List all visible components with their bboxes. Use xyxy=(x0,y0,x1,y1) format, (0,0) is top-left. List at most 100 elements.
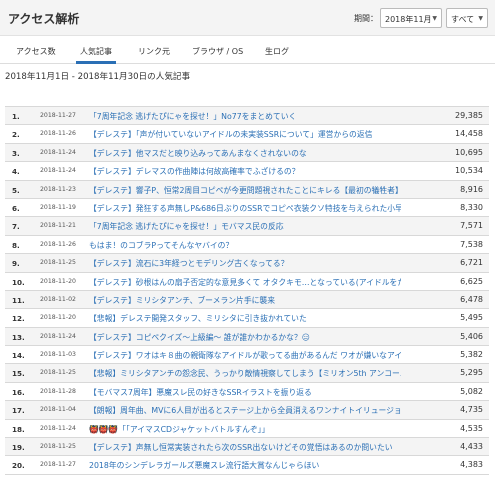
table-row: 3. 2018-11-24 【デレステ】他マスだと映り込みってあんまなくされないのな… xyxy=(5,143,489,163)
article-date: 2018-11-04 xyxy=(40,406,76,414)
table-row: 17. 2018-11-04 【朗報】周年曲、MVに6人目が出るとステージ上から全員… xyxy=(5,401,489,420)
article-title-link[interactable]: 【モバマス7周年】悪魔スレ民の好きなSSRイラストを振り返る xyxy=(89,387,401,398)
article-date: 2018-11-25 xyxy=(40,259,76,267)
table-row: 8. 2018-11-26 もはま！のコブラPってそんなヤバイの？ 7,538 xyxy=(5,235,489,255)
article-view-count: 4,535 xyxy=(460,423,483,433)
article-rank: 18. xyxy=(12,424,25,434)
table-row: 6. 2018-11-19 【デレステ】発狂する声無しP&686日ぶりのSSRでコピ… xyxy=(5,198,489,218)
article-title-link[interactable]: 「7周年記念 逃げたぴにゃを探せ！」モバマス民の反応 xyxy=(89,221,401,232)
article-date: 2018-11-26 xyxy=(40,130,76,138)
article-view-count: 4,433 xyxy=(460,442,483,452)
article-date: 2018-11-20 xyxy=(40,314,76,322)
article-title-link[interactable]: 【悲報】ミリシタアンチの怨念民、うっかり敵情視察してしまう【ミリオン5th アン… xyxy=(89,368,401,379)
month-select[interactable]: 2018年11月 ▼ xyxy=(380,8,442,28)
article-title-link[interactable]: 2018年のシンデレラガールズ悪魔スレ流行語大賞なんじゃらほい xyxy=(89,460,401,471)
article-rank: 19. xyxy=(12,443,25,453)
table-row: 11. 2018-11-02 【デレステ】ミリシタアンチ、ブーメラン片手に襲来 6,4… xyxy=(5,290,489,310)
article-rank: 6. xyxy=(12,203,20,213)
month-select-value: 2018年11月 xyxy=(385,15,432,24)
article-view-count: 7,538 xyxy=(460,239,483,249)
tab-browser-os[interactable]: ブラウザ / OS xyxy=(192,46,243,57)
chevron-down-icon: ▼ xyxy=(432,15,437,22)
article-date: 2018-11-27 xyxy=(40,112,76,119)
article-rank: 12. xyxy=(12,314,25,324)
article-view-count: 5,495 xyxy=(460,313,483,323)
article-date: 2018-11-28 xyxy=(40,387,76,395)
article-title-link[interactable]: 【デレステ】コピペクイズ〜上級編〜 誰が誰かわかるかな？😑 xyxy=(89,332,401,343)
article-rank: 20. xyxy=(12,461,25,471)
article-rank: 13. xyxy=(12,332,25,342)
article-title-link[interactable]: 【デレステ】デレマスの作曲陣は何故高確率でふざけるの？ xyxy=(89,166,401,177)
table-row: 15. 2018-11-25 【悲報】ミリシタアンチの怨念民、うっかり敵情視察してし… xyxy=(5,364,489,383)
article-title-link[interactable]: 【悲報】デレステ開発スタッフ、ミリシタに引き抜かれていた xyxy=(89,313,401,324)
article-view-count: 4,735 xyxy=(460,405,483,415)
table-row: 12. 2018-11-20 【悲報】デレステ開発スタッフ、ミリシタに引き抜かれてい… xyxy=(5,309,489,328)
article-view-count: 10,534 xyxy=(455,166,483,176)
article-date: 2018-11-03 xyxy=(40,351,76,359)
article-rank: 5. xyxy=(12,185,20,195)
article-title-link[interactable]: 👹👹👹「「アイマスCDジャケットバトルすんぞ」」 xyxy=(89,424,401,435)
article-rank: 16. xyxy=(12,387,25,397)
article-title-link[interactable]: 「7周年記念 逃げたぴにゃを探せ！」No77をまとめていく xyxy=(89,111,401,122)
article-title-link[interactable]: 【デレステ】ワオはキ８曲の親衛隊なアイドルが歌ってる曲があるんだ ワオが嫌いなア… xyxy=(89,350,401,361)
article-date: 2018-11-19 xyxy=(40,203,76,211)
article-title-link[interactable]: 【デレステ】声無し恒常実装されたら次のSSR出ないけどその覚悟はあるのか問いたい xyxy=(89,442,401,453)
table-row: 10. 2018-11-20 【デレステ】砂根はんの扇子否定的な意見多くて オタクキ… xyxy=(5,272,489,291)
table-row: 13. 2018-11-24 【デレステ】コピペクイズ〜上級編〜 誰が誰かわかるかな… xyxy=(5,327,489,347)
article-rank: 8. xyxy=(12,240,20,250)
article-rank: 4. xyxy=(12,167,20,177)
article-view-count: 5,406 xyxy=(460,331,483,341)
article-rank: 15. xyxy=(12,369,25,379)
popular-articles-table: 1. 2018-11-27 「7周年記念 逃げたぴにゃを探せ！」No77をまとめてい… xyxy=(5,106,489,475)
article-date: 2018-11-21 xyxy=(40,222,76,230)
article-title-link[interactable]: 【デレステ】発狂する声無しP&686日ぶりのSSRでコピペ衣装クソ特技を与えられ… xyxy=(89,203,401,214)
table-row: 19. 2018-11-25 【デレステ】声無し恒常実装されたら次のSSR出ないけど… xyxy=(5,438,489,457)
article-date: 2018-11-23 xyxy=(40,185,76,193)
table-row: 4. 2018-11-24 【デレステ】デレマスの作曲陣は何故高確率でふざけるの？ 1… xyxy=(5,162,489,181)
range-heading: 2018年11月1日 - 2018年11月30日の人気記事 xyxy=(5,72,191,82)
article-rank: 9. xyxy=(12,259,20,269)
article-title-link[interactable]: 【デレステ】「声が付いていないアイドルの未実装SSRについて」運営からの返信 xyxy=(89,129,401,140)
article-rank: 11. xyxy=(12,295,25,305)
table-row: 18. 2018-11-24 👹👹👹「「アイマスCDジャケットバトルすんぞ」」 4,5… xyxy=(5,419,489,439)
tab-referrers[interactable]: リンク元 xyxy=(138,46,170,57)
filter-select[interactable]: すべて ▼ xyxy=(446,8,488,28)
article-title-link[interactable]: 【デレステ】ミリシタアンチ、ブーメラン片手に襲来 xyxy=(89,295,401,306)
table-row: 7. 2018-11-21 「7周年記念 逃げたぴにゃを探せ！」モバマス民の反応 7,… xyxy=(5,217,489,236)
article-title-link[interactable]: 【デレステ】響子P、恒常2周目コピペが今更問題視されたことにキレる【最初の犠牲者… xyxy=(89,185,401,196)
article-date: 2018-11-20 xyxy=(40,277,76,285)
table-row: 5. 2018-11-23 【デレステ】響子P、恒常2周目コピペが今更問題視されたこ… xyxy=(5,180,489,199)
article-rank: 7. xyxy=(12,222,20,232)
page-title: アクセス解析 xyxy=(8,12,80,26)
tab-access-count[interactable]: アクセス数 xyxy=(16,46,56,57)
header-bar: アクセス解析 期間： 2018年11月 ▼ すべて ▼ xyxy=(0,0,495,36)
article-title-link[interactable]: 【デレステ】他マスだと映り込みってあんまなくされないのな xyxy=(89,148,401,159)
article-view-count: 8,330 xyxy=(460,202,483,212)
article-date: 2018-11-24 xyxy=(40,424,76,432)
article-view-count: 5,382 xyxy=(460,350,483,360)
chevron-down-icon: ▼ xyxy=(478,15,483,22)
table-row: 1. 2018-11-27 「7周年記念 逃げたぴにゃを探せ！」No77をまとめてい… xyxy=(5,107,489,126)
article-view-count: 29,385 xyxy=(455,111,483,120)
article-rank: 2. xyxy=(12,130,20,140)
article-date: 2018-11-02 xyxy=(40,295,76,303)
article-rank: 10. xyxy=(12,277,25,287)
article-title-link[interactable]: 【デレステ】砂根はんの扇子否定的な意見多くて オタクキモ…となっている(アイドル… xyxy=(89,277,401,288)
article-title-link[interactable]: もはま！のコブラPってそんなヤバイの？ xyxy=(89,240,401,251)
article-rank: 14. xyxy=(12,351,25,361)
article-date: 2018-11-24 xyxy=(40,167,76,175)
article-rank: 17. xyxy=(12,406,25,416)
table-row: 2. 2018-11-26 【デレステ】「声が付いていないアイドルの未実装SSRにつ… xyxy=(5,125,489,144)
tab-raw-log[interactable]: 生ログ xyxy=(265,46,289,57)
active-tab-indicator xyxy=(76,61,116,64)
article-view-count: 5,295 xyxy=(460,368,483,378)
article-date: 2018-11-24 xyxy=(40,148,76,156)
tab-popular-articles[interactable]: 人気記事 xyxy=(80,46,112,57)
filter-select-value: すべて xyxy=(451,15,475,24)
article-view-count: 6,721 xyxy=(460,258,483,268)
table-row: 9. 2018-11-25 【デレステ】流石に3年経つとモデリング古くなってる？ 6,… xyxy=(5,254,489,273)
article-title-link[interactable]: 【朗報】周年曲、MVに6人目が出るとステージ上から全員消えるワンナイトイリュージ… xyxy=(89,405,401,416)
period-label: 期間： xyxy=(354,14,378,23)
article-title-link[interactable]: 【デレステ】流石に3年経つとモデリング古くなってる？ xyxy=(89,258,401,269)
article-date: 2018-11-26 xyxy=(40,240,76,248)
